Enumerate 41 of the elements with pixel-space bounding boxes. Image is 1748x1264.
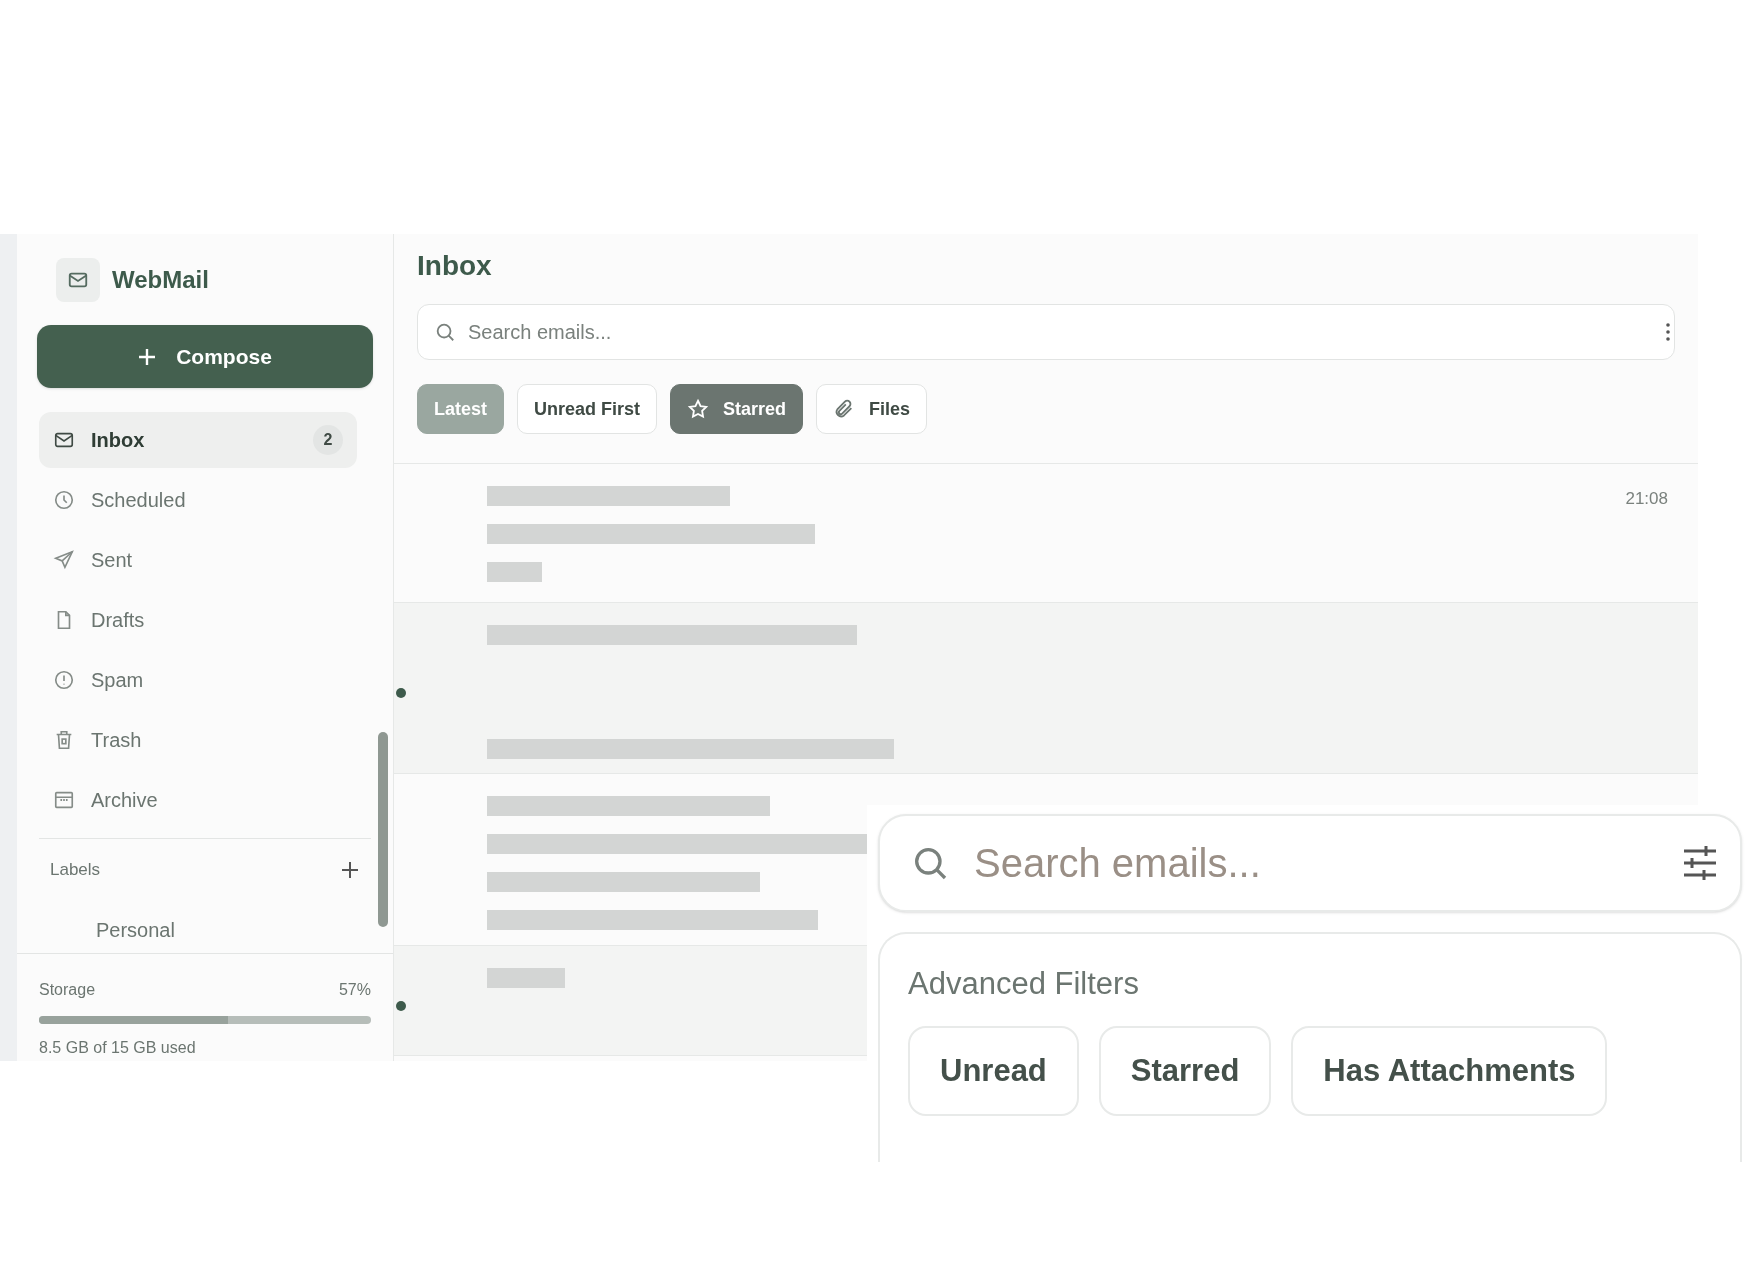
labels-heading: Labels bbox=[50, 859, 101, 881]
folder-item[interactable]: Drafts bbox=[39, 592, 357, 648]
filters-heading: Advanced Filters bbox=[908, 966, 1140, 1002]
plus-icon bbox=[138, 347, 157, 366]
filter-option[interactable]: Unread bbox=[908, 1026, 1079, 1116]
storage-percent: 57% bbox=[338, 980, 371, 1000]
page-title: Inbox bbox=[417, 249, 493, 283]
folder-item[interactable]: Archive bbox=[39, 772, 357, 828]
filter-option[interactable]: Starred bbox=[1098, 1026, 1272, 1116]
more-icon[interactable] bbox=[1666, 323, 1670, 341]
scrollbar[interactable] bbox=[378, 732, 388, 927]
storage-label: Storage bbox=[39, 980, 96, 1000]
filter-chip[interactable]: Starred bbox=[670, 384, 804, 434]
folder-item[interactable]: Scheduled bbox=[39, 472, 357, 528]
search-field[interactable]: Search emails... bbox=[878, 814, 1742, 912]
email-time: 21:08 bbox=[1625, 488, 1668, 510]
filter-option[interactable]: Has Attachments bbox=[1291, 1026, 1608, 1116]
unread-count: 2 bbox=[313, 425, 343, 455]
archive-icon bbox=[53, 789, 75, 811]
folder-item[interactable]: Inbox 2 bbox=[39, 412, 357, 468]
logo-icon bbox=[56, 257, 100, 302]
star-icon bbox=[687, 398, 710, 420]
alert-circle-icon bbox=[53, 669, 75, 691]
send-icon bbox=[53, 549, 75, 571]
folder-item[interactable]: Trash bbox=[39, 712, 357, 768]
filter-chip[interactable]: Latest bbox=[417, 384, 504, 434]
label-item[interactable]: Personal bbox=[17, 912, 393, 947]
folder-item[interactable]: Sent bbox=[39, 532, 357, 588]
search-input[interactable]: Search emails... bbox=[468, 317, 1654, 347]
clock-icon bbox=[53, 489, 75, 511]
storage-usage: 8.5 GB of 15 GB used bbox=[39, 1038, 197, 1058]
folder-item[interactable]: Spam bbox=[39, 652, 357, 708]
add-label-icon[interactable] bbox=[341, 860, 359, 879]
filter-chip[interactable]: Unread First bbox=[517, 384, 658, 434]
app-name: WebMail bbox=[112, 264, 209, 295]
search-field[interactable]: Search emails... bbox=[417, 304, 1675, 360]
compose-button[interactable]: Compose bbox=[37, 325, 373, 388]
search-input[interactable]: Search emails... bbox=[974, 833, 1658, 893]
filter-chip[interactable]: Files bbox=[816, 384, 928, 434]
search-icon bbox=[434, 321, 456, 343]
filter-sliders-icon[interactable] bbox=[1682, 845, 1718, 881]
